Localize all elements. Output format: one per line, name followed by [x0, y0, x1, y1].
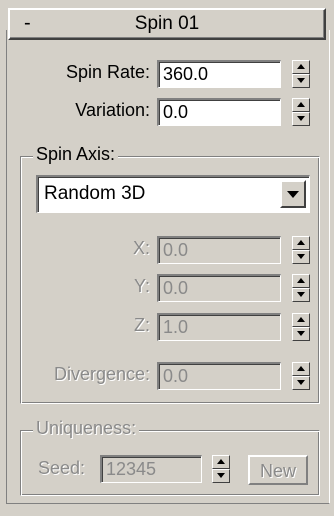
x-axis-down-arrow-icon[interactable] — [292, 250, 310, 264]
y-axis-input[interactable]: 0.0 — [157, 274, 281, 302]
divergence-down-arrow-icon[interactable] — [292, 376, 310, 390]
x-axis-input[interactable]: 0.0 — [157, 236, 281, 264]
uniqueness-group-title: Uniqueness: — [33, 418, 140, 439]
divergence-label: Divergence: — [53, 364, 150, 384]
seed-label: Seed: — [38, 458, 86, 478]
spin-axis-selected: Random 3D — [44, 183, 146, 204]
seed-input[interactable]: 12345 — [100, 455, 202, 483]
x-axis-spinner[interactable] — [292, 236, 310, 264]
rollout-title: Spin 01 — [134, 13, 200, 34]
spin-axis-group-title: Spin Axis: — [33, 144, 119, 165]
divergence-input[interactable]: 0.0 — [157, 362, 281, 390]
z-axis-up-arrow-icon[interactable] — [292, 313, 310, 327]
new-seed-button[interactable]: New — [248, 455, 308, 485]
spin-rate-up-arrow-icon[interactable] — [292, 60, 310, 74]
z-axis-label: Z: — [134, 315, 150, 335]
dropdown-arrow-icon[interactable] — [280, 180, 306, 208]
seed-down-arrow-icon[interactable] — [212, 469, 230, 483]
y-axis-down-arrow-icon[interactable] — [292, 288, 310, 302]
y-axis-up-arrow-icon[interactable] — [292, 274, 310, 288]
divergence-spinner[interactable] — [292, 362, 310, 390]
spin-rate-input[interactable]: 360.0 — [157, 60, 281, 88]
spin-rate-label: Spin Rate: — [65, 62, 150, 82]
z-axis-input[interactable]: 1.0 — [157, 313, 281, 341]
z-axis-spinner[interactable] — [292, 313, 310, 341]
variation-spinner[interactable] — [292, 98, 310, 126]
divergence-up-arrow-icon[interactable] — [292, 362, 310, 376]
z-axis-down-arrow-icon[interactable] — [292, 327, 310, 341]
seed-up-arrow-icon[interactable] — [212, 455, 230, 469]
seed-spinner[interactable] — [212, 455, 230, 483]
x-axis-up-arrow-icon[interactable] — [292, 236, 310, 250]
variation-down-arrow-icon[interactable] — [292, 112, 310, 126]
variation-input[interactable]: 0.0 — [157, 98, 281, 126]
x-axis-label: X: — [132, 238, 150, 258]
rollout-header[interactable]: - Spin 01 — [8, 8, 326, 40]
variation-label: Variation: — [75, 100, 150, 120]
y-axis-spinner[interactable] — [292, 274, 310, 302]
y-axis-label: Y: — [133, 276, 150, 296]
variation-up-arrow-icon[interactable] — [292, 98, 310, 112]
spin-rate-spinner[interactable] — [292, 60, 310, 88]
spin-rate-down-arrow-icon[interactable] — [292, 74, 310, 88]
spin-axis-dropdown[interactable]: Random 3D — [36, 175, 310, 213]
